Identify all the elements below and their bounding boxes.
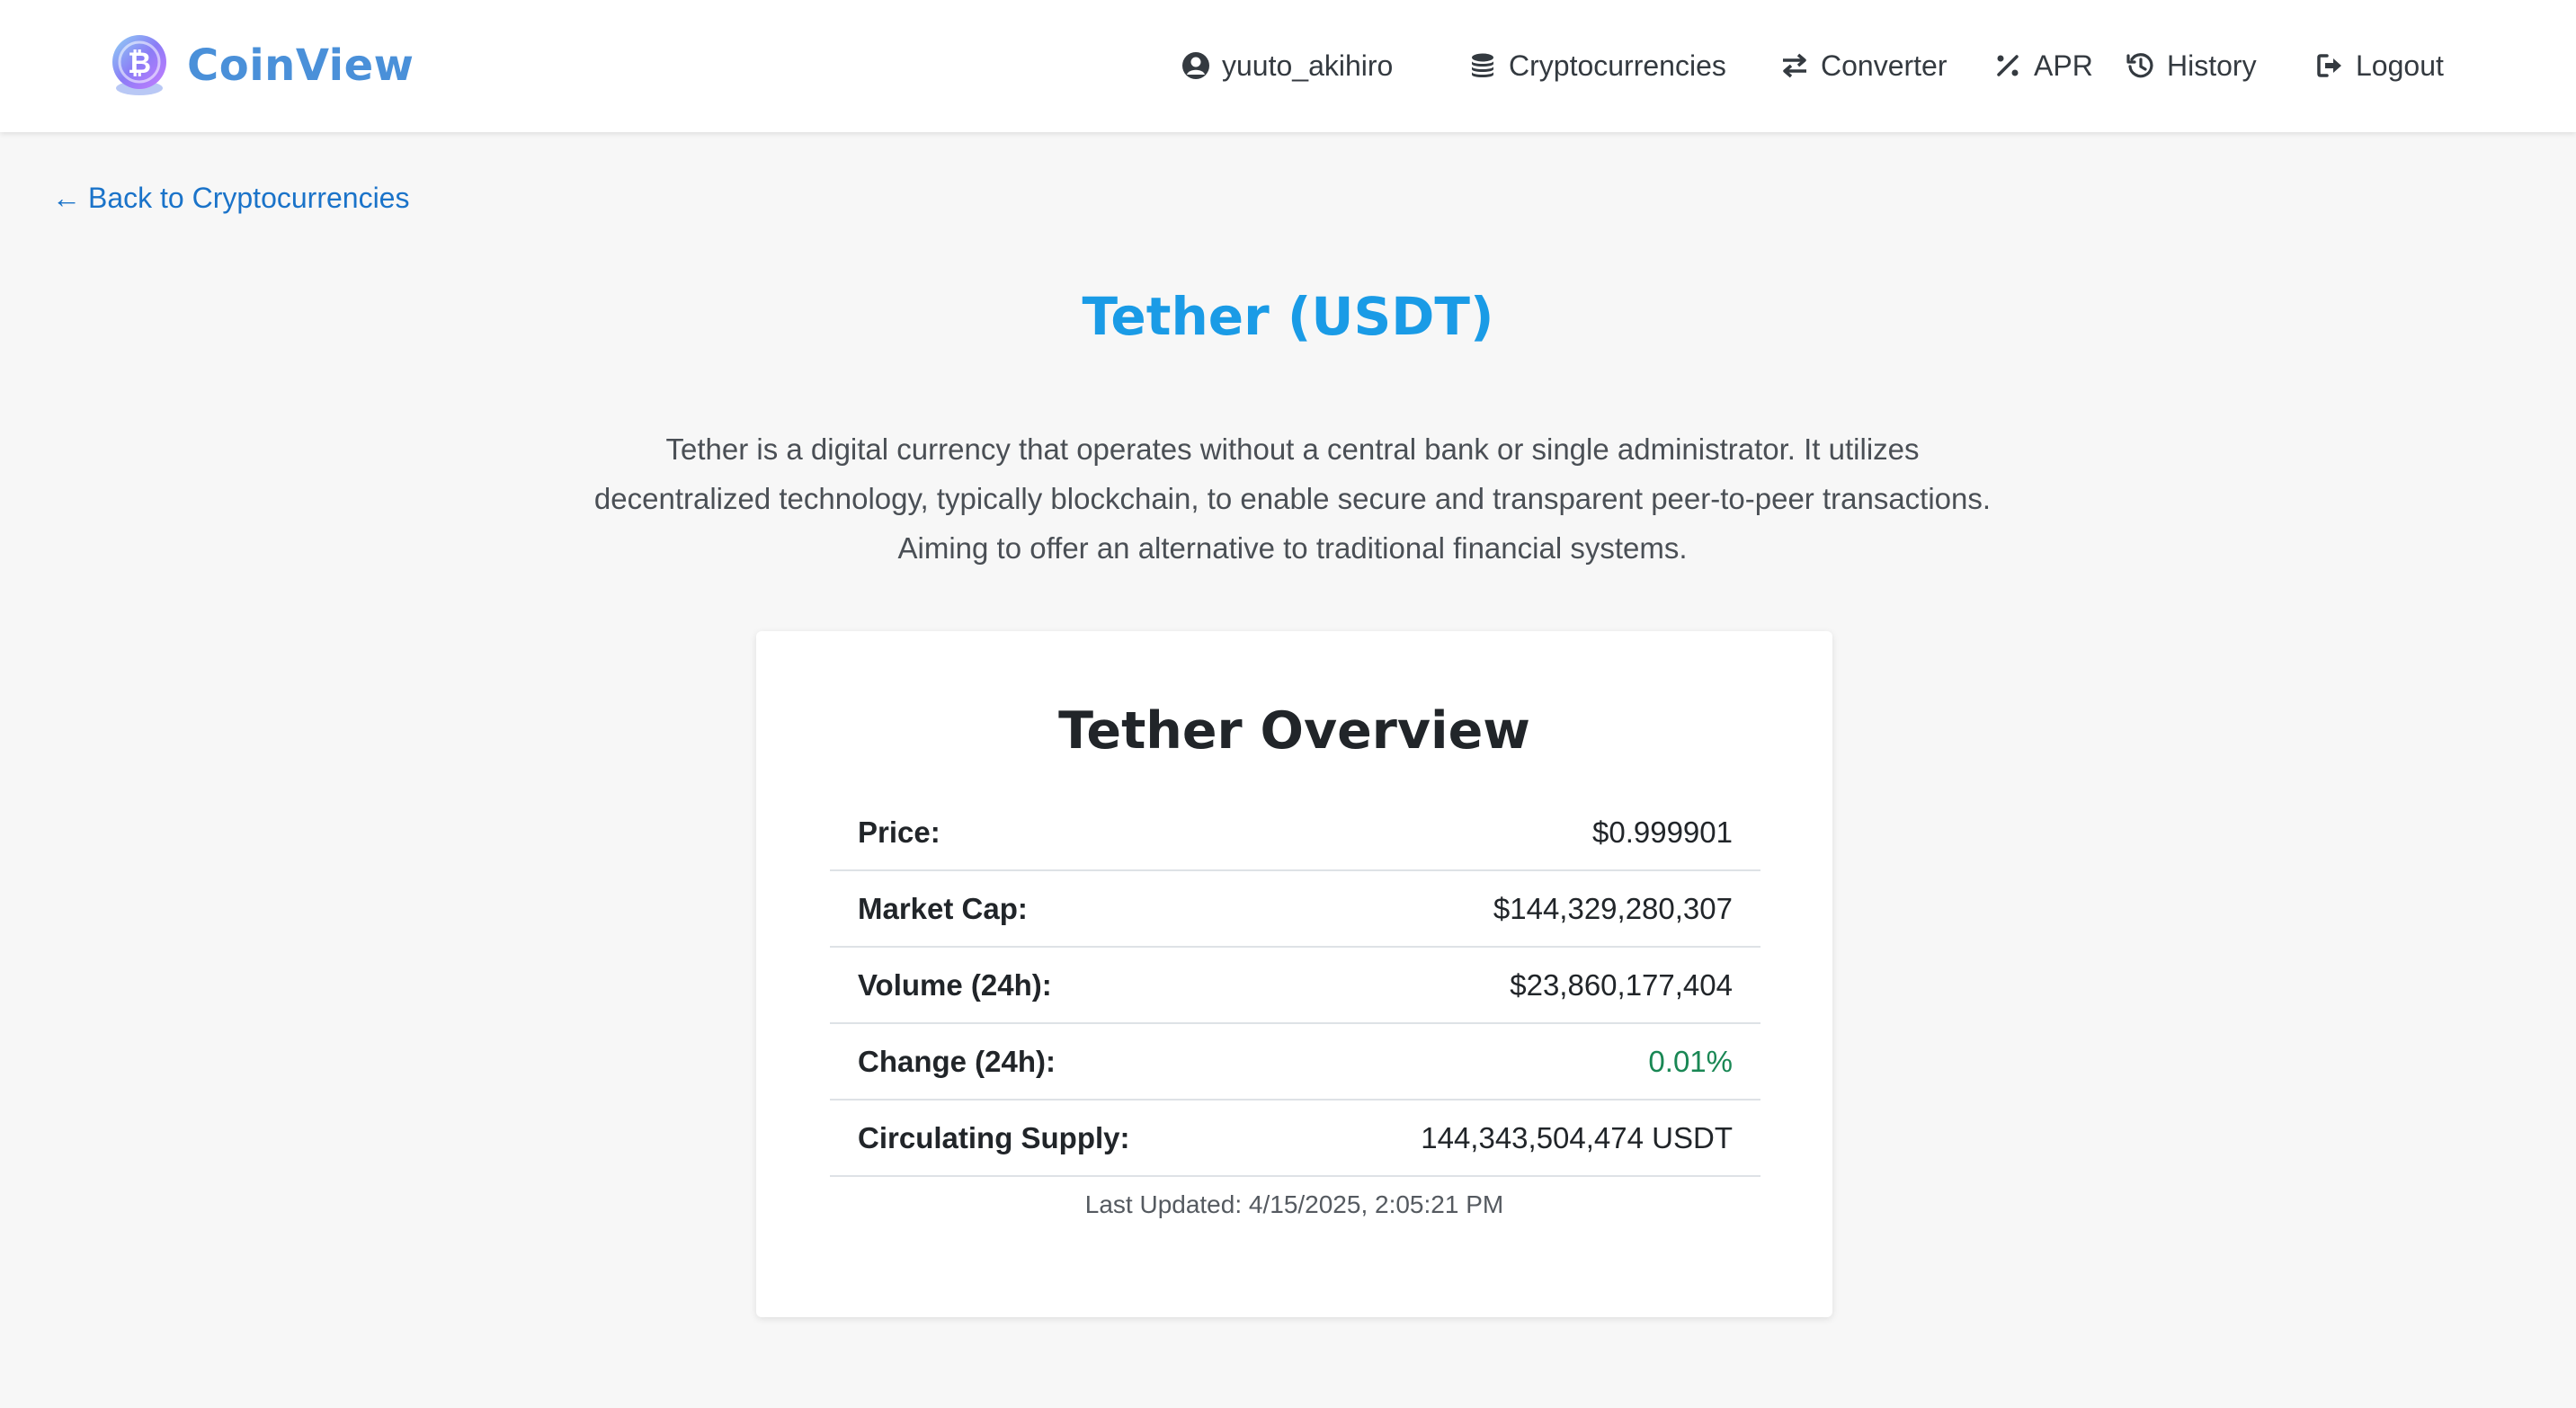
stat-row-volume: Volume (24h): $23,860,177,404 — [830, 948, 1760, 1024]
user-profile-link[interactable]: yuuto_akihiro — [1181, 43, 1393, 88]
back-link-label: Back to Cryptocurrencies — [88, 182, 410, 214]
username-label: yuuto_akihiro — [1222, 49, 1394, 82]
overview-card: Tether Overview Price: $0.999901 Market … — [756, 631, 1832, 1317]
svg-text:₿: ₿ — [128, 46, 151, 80]
nav-label: APR — [2034, 49, 2093, 82]
stat-row-price: Price: $0.999901 — [830, 795, 1760, 871]
stat-value: $23,860,177,404 — [1510, 967, 1733, 1002]
nav-label: History — [2167, 49, 2257, 82]
nav-apr[interactable]: APR — [1992, 43, 2093, 88]
coins-icon — [1472, 53, 1493, 77]
nav-logout[interactable]: Logout — [2314, 43, 2444, 88]
nav-history[interactable]: History — [2126, 43, 2257, 88]
stat-label: Circulating Supply: — [858, 1120, 1130, 1154]
nav-label: Converter — [1821, 49, 1948, 82]
stat-label: Price: — [858, 815, 940, 849]
overview-table: Price: $0.999901 Market Cap: $144,329,28… — [830, 795, 1760, 1177]
overview-title: Tether Overview — [1058, 701, 1530, 761]
last-updated-timestamp: Last Updated: 4/15/2025, 2:05:21 PM — [1084, 1190, 1504, 1218]
navbar: ₿ CoinView yuuto_akihiro Cryptocurrencie… — [0, 0, 2576, 132]
stat-value: $144,329,280,307 — [1493, 891, 1733, 925]
nav-cryptocurrencies[interactable]: Cryptocurrencies — [1467, 43, 1726, 88]
brand-name: CoinView — [187, 40, 414, 91]
bitcoin-logo-icon: ₿ — [112, 35, 166, 95]
stat-label: Volume (24h): — [858, 967, 1052, 1002]
change-value: 0.01% — [1648, 1044, 1733, 1078]
nav-label: Cryptocurrencies — [1509, 49, 1726, 82]
logout-icon — [2317, 54, 2341, 77]
stat-row-change: Change (24h): 0.01% — [830, 1024, 1760, 1101]
stat-row-market-cap: Market Cap: $144,329,280,307 — [830, 871, 1760, 948]
user-circle-icon — [1182, 52, 1209, 79]
stat-value: 144,343,504,474 USDT — [1421, 1120, 1733, 1154]
stat-value: $0.999901 — [1592, 815, 1733, 849]
coin-description: Tether is a digital currency that operat… — [593, 432, 1992, 565]
back-arrow-icon: ← — [52, 182, 81, 214]
stat-label: Change (24h): — [858, 1044, 1056, 1078]
nav-converter[interactable]: Converter — [1779, 43, 1948, 88]
nav-label: Logout — [2356, 49, 2444, 82]
brand[interactable]: ₿ CoinView — [106, 32, 414, 99]
stat-row-circulating-supply: Circulating Supply: 144,343,504,474 USDT — [830, 1101, 1760, 1177]
exchange-icon — [1783, 53, 1806, 78]
history-icon — [2126, 53, 2153, 78]
stat-label: Market Cap: — [858, 891, 1028, 925]
percent-icon — [1997, 55, 2019, 76]
page-title: Tether (USDT) — [1082, 286, 1494, 347]
back-to-cryptocurrencies-link[interactable]: ← Back to Cryptocurrencies — [52, 182, 409, 215]
